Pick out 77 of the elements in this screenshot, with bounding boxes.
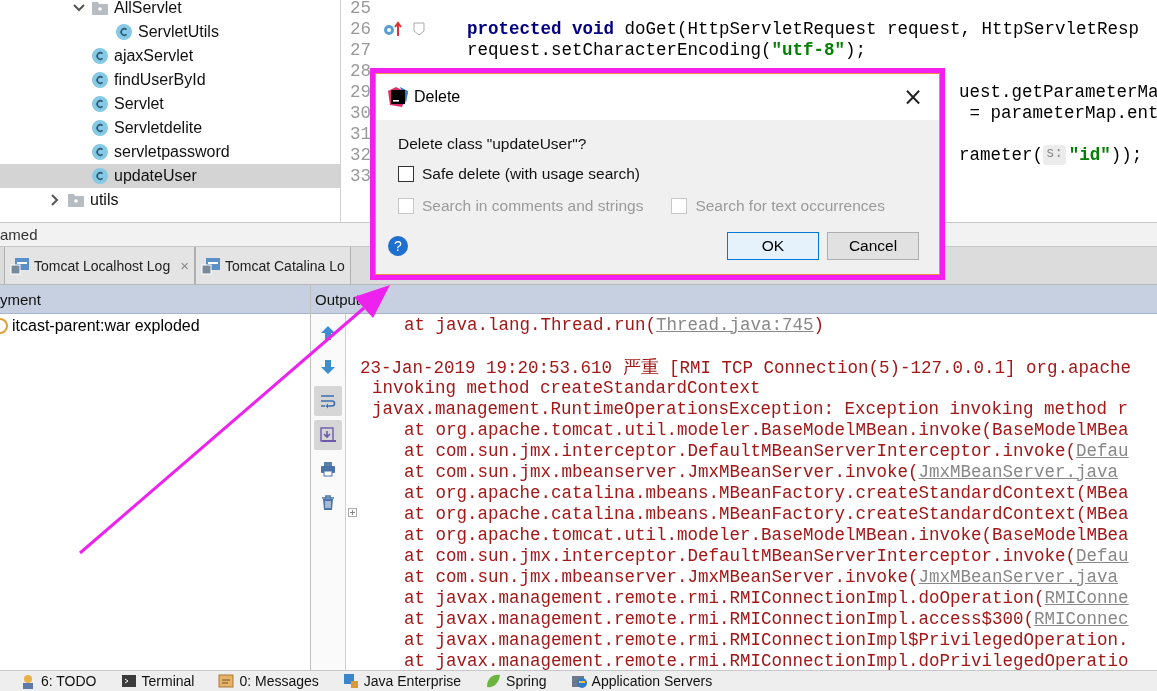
log-line: at org.apache.catalina.mbeans.MBeanFactory.createStandardContext(MBea [404,482,1129,503]
log-line: at javax.management.remote.rmi.RMIConnectionImpl$PrivilegedOperation. [404,629,1129,650]
checkbox-option[interactable]: Safe delete (with usage search) [398,165,919,183]
globe-server-icon [570,673,587,689]
log-window-icon [10,256,30,275]
app-icon [388,87,408,107]
todo-icon [20,673,36,689]
log-line: at com.sun.jmx.mbeanserver.JmxMBeanServer.invoke(JmxMBeanServer.java [404,566,1119,587]
line-number: 31 [349,123,371,144]
deployment-item[interactable]: itcast-parent:war exploded [0,314,310,338]
log-line: 23-Jan-2019 19:20:53.610 严重 [RMI TCP Connection(5)-127.0.0.1] org.apache [360,356,1132,379]
tool-tab[interactable]: Tomcat Catalina Lo [194,247,351,284]
tool-window-button[interactable]: 0: Messages [208,673,329,689]
log-line: at javax.management.remote.rmi.RMIConnectionImpl.access$300(RMIConnec [404,608,1129,629]
messages-icon [218,673,235,689]
wrap-icon[interactable] [314,386,342,416]
leaf-icon [485,673,502,689]
override-icon [383,20,403,37]
column-header: yment [0,290,41,308]
dialog-message: Delete class "updateUser"? [398,135,588,153]
enterprise-icon [342,673,359,689]
tool-tab[interactable]: Tomcat Localhost Log × [4,247,195,284]
log-line: at com.sun.jmx.interceptor.DefaultMBeanServerInterceptor.invoke(Defau [404,545,1129,566]
log-window-icon [200,256,221,275]
log-line: at org.apache.tomcat.util.modeler.BaseModelMBean.invoke(BaseModelMBea [404,524,1129,545]
tree-item[interactable]: AllServlet [0,0,340,20]
tree-item[interactable]: updateUser [0,164,340,188]
output-header: Output [315,290,361,308]
close-button[interactable]: × [898,83,927,111]
line-number: 25 [349,0,371,18]
tree-item[interactable]: servletpassword [0,140,340,164]
expand-icon[interactable] [348,508,357,517]
dialog-button[interactable]: Cancel [827,232,919,260]
tool-window-button[interactable]: Application Servers [560,673,723,689]
code-line: = parameterMap.ent [968,102,1157,123]
class-icon [92,72,108,88]
code-line: request.setCharacterEncoding("utf-8"); [467,39,867,60]
tree-item[interactable]: utils [0,188,340,212]
line-number: 32 [349,144,371,165]
log-line: at java.lang.Thread.run(Thread.java:745) [404,314,825,335]
log-line: at javax.management.remote.rmi.RMIConnectionImpl.doPrivilegedOperatio [404,650,1129,670]
line-number: 30 [349,102,371,123]
tool-window-button[interactable]: Spring [475,673,557,689]
terminal-icon [120,673,137,689]
tree-item[interactable]: findUserById [0,68,340,92]
log-line: at javax.management.remote.rmi.RMIConnectionImpl.doOperation(RMIConne [404,587,1129,608]
line-number: 27 [349,39,371,60]
log-line: at org.apache.catalina.mbeans.MBeanFactory.createStandardContext(MBea [404,503,1129,524]
line-number: 29 [349,81,371,102]
class-icon [92,168,108,184]
tree-item[interactable]: ajaxServlet [0,44,340,68]
log-line: at com.sun.jmx.mbeanserver.JmxMBeanServer.invoke(JmxMBeanServer.java [404,461,1119,482]
panel-title: amed [0,226,38,243]
tool-window-button[interactable]: 6: TODO [10,673,107,689]
line-number: 28 [349,60,371,81]
tree-item[interactable]: Servlet [0,92,340,116]
line-number: 33 [349,165,371,186]
log-line: at org.apache.tomcat.util.modeler.BaseModelMBean.invoke(BaseModelMBea [404,419,1129,440]
scroll-to-end-icon[interactable] [314,420,342,450]
class-icon [92,48,108,64]
class-icon [116,24,132,40]
dialog-title: Delete [414,88,462,106]
folder-icon [68,193,84,207]
code-line: protected void doGet(HttpServletRequest request, HttpServletResp [467,18,1140,39]
log-line: at com.sun.jmx.interceptor.DefaultMBeanServerInterceptor.invoke(Defau [404,440,1129,461]
tree-item[interactable]: ServletUtils [0,20,340,44]
dialog-button[interactable]: OK [727,232,819,260]
log-line: invoking method createStandardContext [372,377,761,398]
tree-item[interactable]: Servletdelite [0,116,340,140]
class-icon [92,120,108,136]
line-number: 26 [349,18,371,39]
class-icon [92,144,108,160]
class-icon [92,96,108,112]
tool-window-button[interactable]: Java Enterprise [332,673,472,689]
help-button[interactable]: ? [388,236,408,256]
tool-window-button[interactable]: Terminal [110,673,205,689]
log-line: javax.management.RuntimeOperationsException: Exception invoking method r [372,398,1129,419]
